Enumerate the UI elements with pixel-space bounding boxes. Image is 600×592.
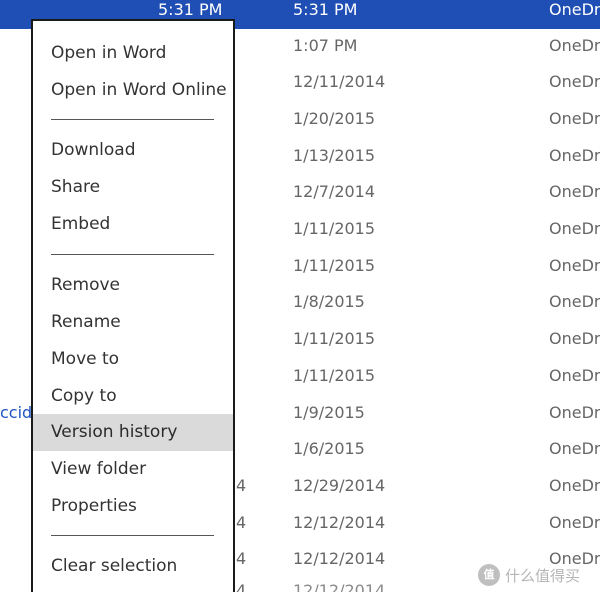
menu-item-view-folder[interactable]: View folder (33, 451, 233, 488)
row-modified: 1/8/2015 (293, 292, 365, 312)
row-modified: 12/7/2014 (293, 182, 376, 202)
menu-separator (51, 254, 214, 255)
menu-item-rename[interactable]: Rename (33, 304, 233, 341)
row-location: OneDr (549, 145, 600, 165)
row-modified: 1/11/2015 (293, 365, 376, 385)
row-modified: 12/11/2014 (293, 72, 386, 92)
row-location: OneDr (549, 182, 600, 202)
row-modified: 5:31 PM (293, 0, 358, 19)
menu-separator (51, 535, 214, 536)
row-modified: 12/12/2014 (293, 581, 386, 592)
menu-item-download[interactable]: Download (33, 132, 233, 169)
row-location: OneDr (549, 219, 600, 238)
row-location: OneDr (549, 439, 600, 459)
menu-item-remove[interactable]: Remove (33, 267, 233, 304)
row-modified: 12/12/2014 (293, 512, 386, 532)
row-location: OneDr (549, 512, 600, 532)
row-modified-left: 4 (236, 475, 247, 495)
menu-item-open-in-word-online[interactable]: Open in Word Online (33, 72, 233, 109)
row-location: OneDr (549, 292, 600, 312)
row-modified: 1/11/2015 (293, 219, 376, 238)
row-location: OneDr (549, 365, 600, 385)
row-location: OneDr (549, 108, 600, 128)
row-modified-left: 4 (236, 581, 247, 592)
row-location: OneDr (549, 0, 600, 19)
onedrive-file-list-view: 5:31 PM 5:31 PM OneDr 1:07 PM OneDr 12/11… (0, 0, 600, 592)
menu-item-share[interactable]: Share (33, 169, 233, 206)
row-location: OneDr (549, 402, 600, 422)
row-modified: 1/13/2015 (293, 145, 376, 165)
file-name-link[interactable]: ccide (0, 400, 34, 426)
watermark-logo-icon: 值 (478, 564, 500, 586)
row-modified: 1/11/2015 (293, 255, 376, 275)
row-location: OneDr (549, 35, 600, 55)
context-menu: Open in Word Open in Word Online Downloa… (31, 19, 235, 592)
row-location: OneDr (549, 255, 600, 275)
menu-separator (51, 119, 214, 120)
menu-item-clear-selection[interactable]: Clear selection (33, 548, 233, 585)
watermark-text: 什么值得买 (505, 566, 581, 585)
row-location: OneDr (549, 475, 600, 495)
row-location: OneDr (549, 72, 600, 92)
row-location: OneDr (549, 329, 600, 349)
row-modified: 1/20/2015 (293, 108, 376, 128)
row-modified: 12/29/2014 (293, 475, 386, 495)
menu-item-properties[interactable]: Properties (33, 488, 233, 525)
menu-item-copy-to[interactable]: Copy to (33, 378, 233, 415)
row-modified: 1:07 PM (293, 35, 358, 55)
row-modified: 1/9/2015 (293, 402, 365, 422)
row-modified: 1/11/2015 (293, 329, 376, 349)
menu-item-open-in-word[interactable]: Open in Word (33, 35, 233, 72)
menu-item-move-to[interactable]: Move to (33, 341, 233, 378)
row-modified: 1/6/2015 (293, 439, 365, 459)
menu-item-version-history[interactable]: Version history (33, 414, 233, 451)
row-modified-left: 4 (236, 512, 247, 532)
watermark: 值 什么值得买 (478, 562, 580, 588)
menu-item-embed[interactable]: Embed (33, 206, 233, 243)
